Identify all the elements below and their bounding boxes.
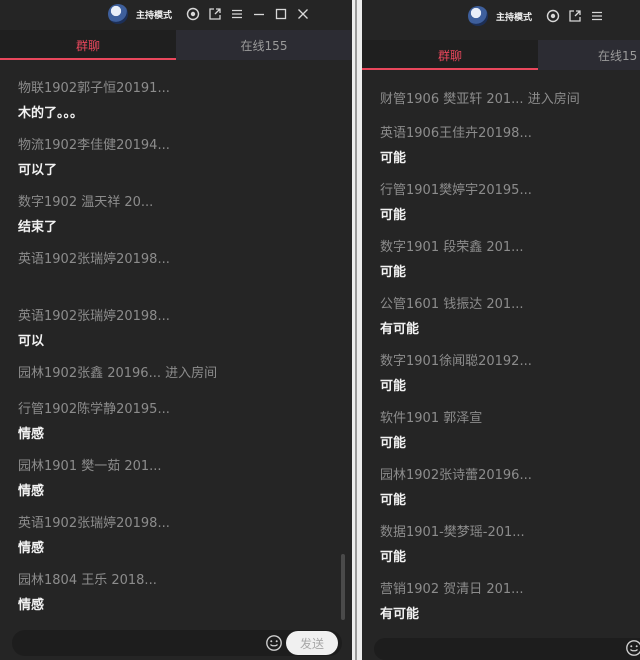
message-sender: 数字1901 段荣鑫 201... [380, 240, 524, 255]
left-chat-panel: 主持模式 群聊 在线155 物联1902郭子恒20191... 木的了。。。 物… [0, 0, 352, 660]
minimize-icon[interactable] [248, 4, 270, 24]
message-sender: 公管1601 钱振达 201... [380, 297, 524, 312]
message-item: 园林1901 樊一茹 201... 情感 [18, 455, 340, 499]
message-sender: 物流1902李佳健20194... [18, 138, 170, 153]
maximize-icon[interactable] [270, 4, 292, 24]
message-sender: 英语1902张瑞婷20198... [18, 516, 170, 531]
titlebar: 主持模式 [0, 0, 352, 28]
message-item: 物联1902郭子恒20191... 木的了。。。 [18, 77, 340, 121]
message-sender: 园林1804 王乐 2018... [18, 573, 157, 588]
message-list: 物联1902郭子恒20191... 木的了。。。 物流1902李佳健20194.… [0, 60, 346, 626]
message-item: 英语1906王佳卉20198... 可能 [380, 122, 628, 166]
message-content: 结束了 [18, 220, 58, 235]
menu-icon[interactable] [586, 6, 608, 26]
message-content: 可能 [380, 379, 407, 394]
message-sender: 英语1902张瑞婷20198... [18, 309, 170, 324]
panel-divider [352, 0, 362, 660]
message-sender: 软件1901 郭泽宣 [380, 411, 483, 426]
tab-online[interactable]: 在线15 [538, 40, 640, 70]
right-chat-panel: 主持模式 群聊 在线15 财管1906 樊亚轩 201... 进入房间 英语19… [362, 0, 640, 660]
message-item: 数字1901徐闻聪20192... 可能 [380, 350, 628, 394]
message-sender: 财管1906 樊亚轩 201... 进入房间 [380, 92, 580, 107]
message-sender: 行管1901樊婷宇20195... [380, 183, 532, 198]
message-item: 英语1902张瑞婷20198... [18, 248, 340, 273]
message-content: 可以了 [18, 163, 58, 178]
emoji-icon[interactable] [624, 638, 640, 658]
message-content: 可能 [380, 550, 407, 565]
popout-icon[interactable] [564, 6, 586, 26]
avatar-icon[interactable] [468, 6, 488, 26]
message-item: 园林1804 王乐 2018... 情感 [18, 569, 340, 613]
avatar-icon[interactable] [108, 4, 128, 24]
titlebar: 主持模式 [362, 4, 640, 32]
titlebar-controls: 主持模式 [468, 6, 608, 26]
titlebar-controls: 主持模式 [108, 4, 314, 24]
message-content: 可能 [380, 265, 407, 280]
host-mode-label[interactable]: 主持模式 [136, 8, 172, 21]
host-mode-label[interactable]: 主持模式 [496, 10, 532, 23]
message-item: 英语1902张瑞婷20198... 情感 [18, 512, 340, 556]
message-item: 园林1902张诗蕾20196... 可能 [380, 464, 628, 508]
message-item: 行管1902陈学静20195... 情感 [18, 398, 340, 442]
message-sender: 英语1906王佳卉20198... [380, 126, 532, 141]
message-content: 可能 [380, 436, 407, 451]
message-item: 物流1902李佳健20194... 可以了 [18, 134, 340, 178]
message-sender: 数字1902 温天祥 20... [18, 195, 154, 210]
scrollbar[interactable] [341, 554, 345, 620]
message-list: 财管1906 樊亚轩 201... 进入房间 英语1906王佳卉20198...… [362, 70, 634, 650]
message-item: 英语1902张瑞婷20198... 可以 [18, 305, 340, 349]
message-sender: 园林1901 樊一茹 201... [18, 459, 162, 474]
message-sender: 数据1901-樊梦瑶-201... [380, 525, 525, 540]
target-icon[interactable] [182, 4, 204, 24]
message-content: 木的了。。。 [18, 106, 84, 121]
send-button[interactable]: 发送 [286, 631, 338, 655]
chat-tabs: 群聊 在线15 [362, 40, 640, 70]
message-content: 有可能 [380, 607, 420, 622]
message-item: 营销1902 贺清日 201... 有可能 [380, 578, 628, 622]
emoji-icon[interactable] [264, 633, 284, 653]
close-icon[interactable] [292, 4, 314, 24]
message-sender: 行管1902陈学静20195... [18, 402, 170, 417]
message-content: 可能 [380, 151, 407, 166]
message-content: 情感 [18, 598, 45, 613]
message-content: 可能 [380, 208, 407, 223]
message-sender: 数字1901徐闻聪20192... [380, 354, 532, 369]
message-item: 软件1901 郭泽宣 可能 [380, 407, 628, 451]
message-item: 财管1906 樊亚轩 201... 进入房间 [380, 88, 628, 113]
message-item: 数字1901 段荣鑫 201... 可能 [380, 236, 628, 280]
message-sender: 园林1902张鑫 20196... 进入房间 [18, 366, 218, 381]
message-item: 园林1902张鑫 20196... 进入房间 [18, 362, 340, 387]
message-content: 可能 [380, 493, 407, 508]
target-icon[interactable] [542, 6, 564, 26]
tab-group-chat[interactable]: 群聊 [0, 30, 176, 60]
message-sender: 营销1902 贺清日 201... [380, 582, 524, 597]
tab-online[interactable]: 在线155 [176, 30, 352, 60]
menu-icon[interactable] [226, 4, 248, 24]
chat-tabs: 群聊 在线155 [0, 30, 352, 60]
message-sender: 园林1902张诗蕾20196... [380, 468, 532, 483]
message-content: 可以 [18, 334, 45, 349]
message-item: 数据1901-樊梦瑶-201... 可能 [380, 521, 628, 565]
message-sender: 英语1902张瑞婷20198... [18, 252, 170, 267]
message-sender: 物联1902郭子恒20191... [18, 81, 170, 96]
popout-icon[interactable] [204, 4, 226, 24]
message-content: 情感 [18, 541, 45, 556]
message-input[interactable] [374, 638, 640, 660]
message-content: 情感 [18, 484, 45, 499]
message-content: 有可能 [380, 322, 420, 337]
tab-group-chat[interactable]: 群聊 [362, 40, 538, 70]
message-item: 公管1601 钱振达 201... 有可能 [380, 293, 628, 337]
message-item: 数字1902 温天祥 20... 结束了 [18, 191, 340, 235]
message-item: 行管1901樊婷宇20195... 可能 [380, 179, 628, 223]
message-content: 情感 [18, 427, 45, 442]
